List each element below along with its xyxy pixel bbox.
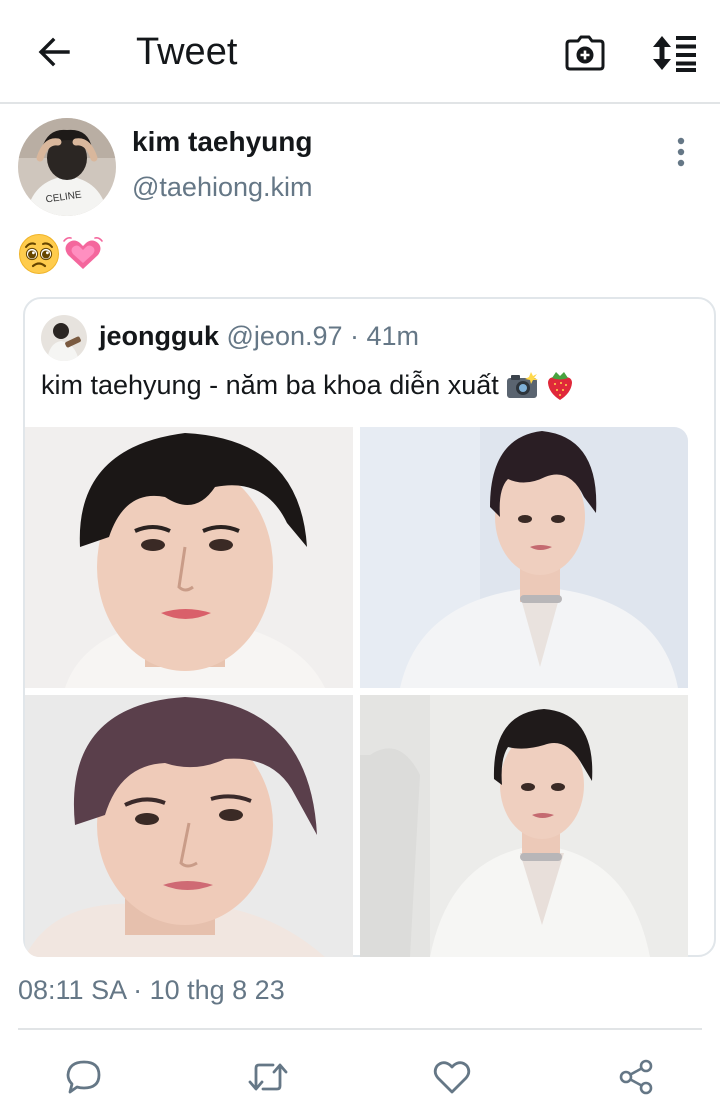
author-avatar[interactable]: CELINE [18,118,116,216]
sort-list-icon [653,36,696,72]
back-button[interactable] [30,28,78,76]
strawberry-emoji [547,372,572,400]
retweet-icon [248,1063,288,1091]
media-grid [25,427,688,957]
camera-flash-emoji [506,372,538,398]
quoted-author-meta: @jeon.97 · 41m [226,321,420,351]
camera-plus-icon [565,35,605,71]
author-name[interactable]: kim taehyung [132,126,312,158]
author-handle[interactable]: @taehiong.kim [132,172,313,203]
media-photo[interactable] [360,695,688,957]
divider [18,1028,702,1030]
pleading-face-emoji [19,234,59,274]
page-title: Tweet [136,31,238,73]
top-app-bar: Tweet [0,0,720,104]
quoted-header: jeongguk @jeon.97 · 41m [99,321,419,352]
quoted-author-avatar[interactable] [41,315,87,361]
growing-heart-emoji [63,237,103,269]
like-button[interactable] [427,1052,477,1102]
retweet-button[interactable] [243,1052,293,1102]
quoted-tweet-card[interactable]: jeongguk @jeon.97 · 41m kim taehyung - n… [23,297,716,957]
camera-button[interactable] [560,28,610,78]
quoted-text-content: kim taehyung - năm ba khoa diễn xuất [41,369,499,400]
media-photo[interactable] [360,427,688,688]
more-vertical-icon [677,137,685,167]
sort-button[interactable] [648,28,702,78]
media-photo[interactable] [25,695,353,957]
reply-button[interactable] [59,1052,109,1102]
quoted-author-name[interactable]: jeongguk [99,321,219,351]
arrow-left-icon [38,37,70,67]
share-icon [619,1059,653,1095]
quoted-tweet-text: kim taehyung - năm ba khoa diễn xuất [41,365,575,405]
share-button[interactable] [611,1052,661,1102]
tweet-timestamp: 08:11 SA · 10 thg 8 23 [18,975,285,1005]
tweet-text [18,232,104,276]
reply-icon [66,1060,101,1094]
like-icon [433,1061,471,1094]
media-photo[interactable] [25,427,353,688]
more-options-button[interactable] [664,132,698,172]
